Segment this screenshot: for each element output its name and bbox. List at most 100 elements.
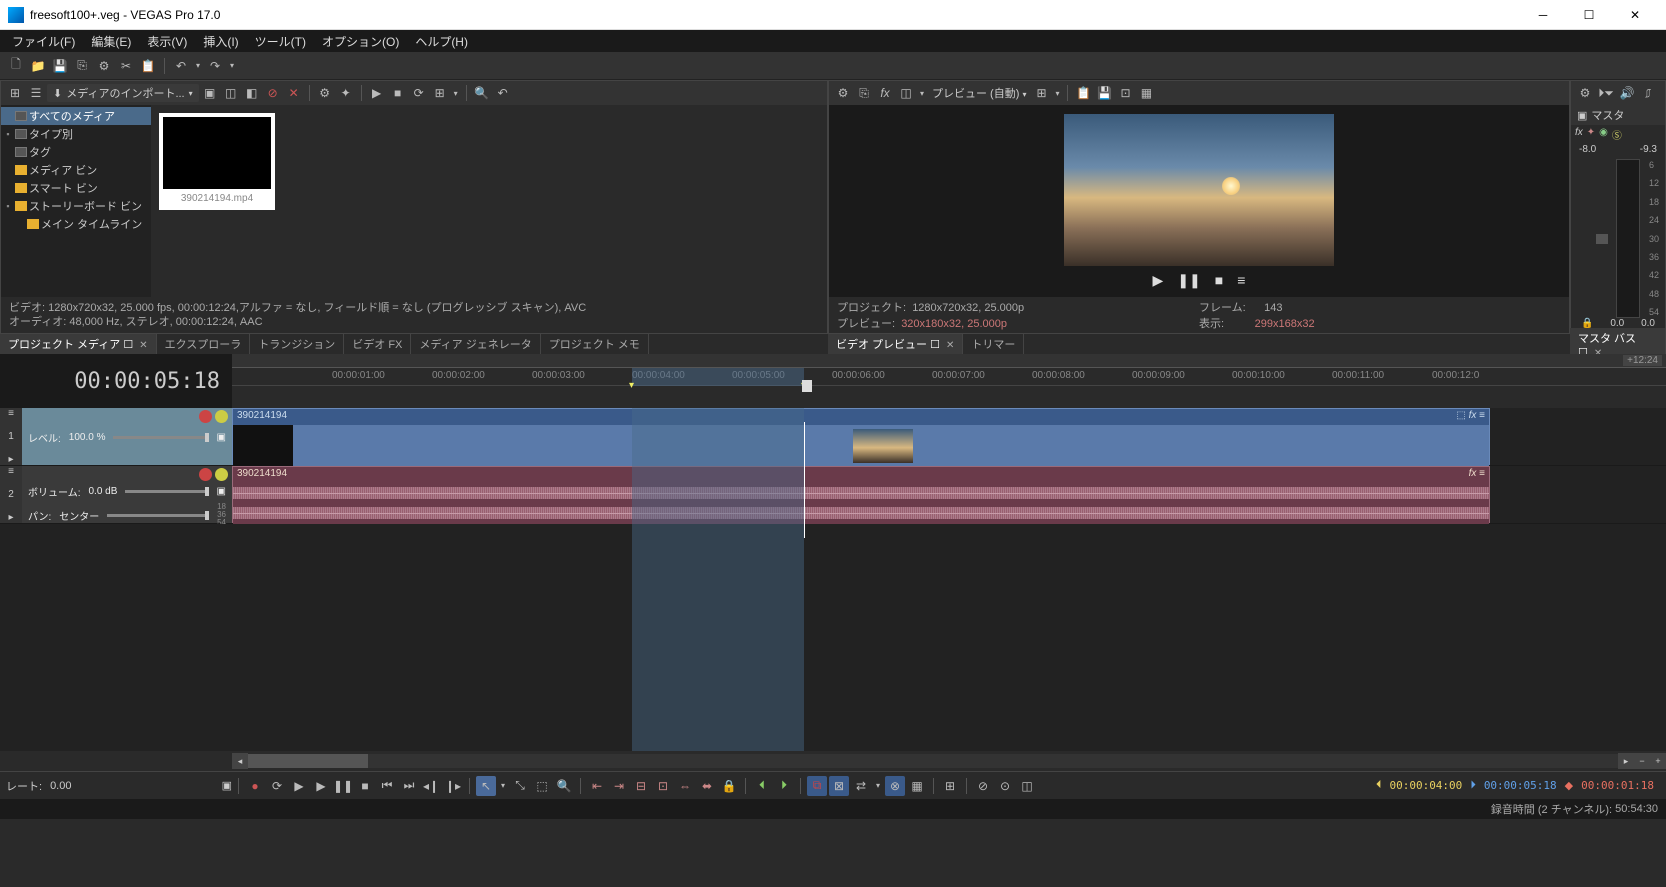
- play-media-icon[interactable]: ▶: [367, 83, 387, 103]
- split-icon[interactable]: ⊟: [631, 776, 651, 796]
- marker-in-icon[interactable]: ⏴: [752, 776, 772, 796]
- master-mute-icon[interactable]: ⏵⏷: [1596, 83, 1616, 103]
- preview-play-icon[interactable]: ▶: [1153, 272, 1164, 289]
- redo-icon[interactable]: ↷: [205, 56, 225, 76]
- delete-icon[interactable]: ✕: [284, 83, 304, 103]
- menu-tools[interactable]: ツール(T): [247, 31, 314, 52]
- minimize-button[interactable]: ─: [1520, 0, 1566, 30]
- menu-view[interactable]: 表示(V): [139, 31, 195, 52]
- media-fx-icon[interactable]: ◧: [242, 83, 262, 103]
- search-icon[interactable]: 🔍: [472, 83, 492, 103]
- preview-menu-icon[interactable]: ≡: [1237, 272, 1245, 289]
- preview-save-icon[interactable]: 💾: [1094, 83, 1114, 103]
- preview-grid-icon[interactable]: ⊞: [1031, 83, 1051, 103]
- remove-icon[interactable]: ⊘: [263, 83, 283, 103]
- audio-track-header[interactable]: ≡ 2 ▸ ボリューム: 0.0 dB ▣: [0, 466, 232, 524]
- undo-dropdown-icon[interactable]: ▾: [193, 56, 203, 76]
- master-solo-icon[interactable]: 🔊: [1617, 83, 1637, 103]
- crossfade-icon[interactable]: ⊘: [973, 776, 993, 796]
- undo-icon[interactable]: ↶: [171, 56, 191, 76]
- next-frame-icon[interactable]: ❙▸: [443, 776, 463, 796]
- cut-icon[interactable]: ✂: [116, 56, 136, 76]
- loop-region[interactable]: [632, 368, 804, 386]
- tab-video-fx[interactable]: ビデオ FX: [344, 334, 411, 354]
- master-fx-icon[interactable]: fx: [1575, 127, 1583, 142]
- preview-fx-icon[interactable]: fx: [875, 83, 895, 103]
- track-record-icon[interactable]: [199, 410, 212, 423]
- cursor-follow-icon[interactable]: ▦: [907, 776, 927, 796]
- maximize-button[interactable]: ☐: [1566, 0, 1612, 30]
- media-settings-icon[interactable]: ✦: [336, 83, 356, 103]
- play-start-icon[interactable]: ▶: [289, 776, 309, 796]
- preview-pause-icon[interactable]: ❚❚: [1177, 272, 1200, 289]
- paste-icon[interactable]: 📋: [138, 56, 158, 76]
- level-slider[interactable]: [113, 436, 208, 439]
- capture-icon[interactable]: ▣: [200, 83, 220, 103]
- media-props-icon[interactable]: ⚙: [315, 83, 335, 103]
- tree-by-type[interactable]: ▪タイプ別: [1, 125, 151, 143]
- tab-project-media[interactable]: プロジェクト メディア ☐✕: [0, 334, 157, 354]
- track-min-icon[interactable]: ▸: [8, 512, 13, 523]
- stop-media-icon[interactable]: ■: [388, 83, 408, 103]
- media-list-icon[interactable]: ☰: [26, 83, 46, 103]
- zoom-in-icon[interactable]: +: [1650, 753, 1666, 769]
- timeline-empty-area[interactable]: [0, 524, 1666, 751]
- master-mixer-icon[interactable]: ⎎: [1638, 83, 1658, 103]
- playhead[interactable]: [804, 422, 805, 538]
- tree-storyboard[interactable]: ▪ストーリーボード ビン: [1, 197, 151, 215]
- loop-icon[interactable]: ⟳: [267, 776, 287, 796]
- video-clip[interactable]: 390214194 ⬚ fx ≡: [232, 408, 1490, 465]
- media-thumbnails[interactable]: 390214194.mp4: [151, 105, 827, 297]
- scroll-thumb[interactable]: [248, 754, 368, 768]
- audio-clip[interactable]: 390214194 fx ≡: [232, 466, 1490, 523]
- close-button[interactable]: ✕: [1612, 0, 1658, 30]
- normal-edit-icon[interactable]: ↖: [476, 776, 496, 796]
- media-tree[interactable]: すべてのメディア ▪タイプ別 タグ メディア ビン スマート ビン ▪ストーリー…: [1, 105, 151, 297]
- fader-link-icon[interactable]: [1596, 234, 1608, 244]
- render-icon[interactable]: ⎘: [72, 56, 92, 76]
- envelope-icon[interactable]: ⤡: [510, 776, 530, 796]
- track-min-icon[interactable]: ▸: [8, 454, 13, 465]
- tree-tags[interactable]: タグ: [1, 143, 151, 161]
- scroll-left-icon[interactable]: ◂: [232, 753, 248, 769]
- quantize-icon[interactable]: ⊠: [829, 776, 849, 796]
- master-auto-icon[interactable]: ✦: [1587, 127, 1595, 142]
- preview-external-icon[interactable]: ⎘: [854, 83, 874, 103]
- rate-reset-icon[interactable]: ▣: [222, 779, 232, 792]
- tc-out[interactable]: 00:00:05:18: [1478, 779, 1563, 792]
- zoom-icon[interactable]: 🔍: [554, 776, 574, 796]
- import-media-button[interactable]: ⬇ メディアのインポート... ▾: [47, 84, 199, 102]
- zoom-out-icon[interactable]: −: [1634, 753, 1650, 769]
- preview-quality[interactable]: プレビュー (自動) ▾: [928, 85, 1030, 101]
- tab-explorer[interactable]: エクスプローラ: [157, 334, 251, 354]
- get-media-icon[interactable]: ◫: [221, 83, 241, 103]
- media-tree-icon[interactable]: ⊞: [5, 83, 25, 103]
- snap-icon[interactable]: ⧉: [807, 776, 827, 796]
- open-icon[interactable]: 📁: [28, 56, 48, 76]
- preview-props-icon[interactable]: ⚙: [833, 83, 853, 103]
- tc-in[interactable]: 00:00:04:00: [1383, 779, 1468, 792]
- select-icon[interactable]: ⬚: [532, 776, 552, 796]
- track-menu-icon[interactable]: ≡: [8, 408, 14, 419]
- tree-media-bin[interactable]: メディア ビン: [1, 161, 151, 179]
- menu-file[interactable]: ファイル(F): [4, 31, 83, 52]
- trim-end-icon[interactable]: ⇥: [609, 776, 629, 796]
- preview-viewport[interactable]: [1064, 114, 1334, 266]
- trim-start-icon[interactable]: ⇤: [587, 776, 607, 796]
- tree-smart-bin[interactable]: スマート ビン: [1, 179, 151, 197]
- tree-all-media[interactable]: すべてのメディア: [1, 107, 151, 125]
- marker-out-icon[interactable]: ⏵: [774, 776, 794, 796]
- tree-main-timeline[interactable]: メイン タイムライン: [1, 215, 151, 233]
- trim-icon[interactable]: ⊡: [653, 776, 673, 796]
- tab-media-generators[interactable]: メディア ジェネレータ: [411, 334, 540, 354]
- auto-ripple-icon[interactable]: ⇄: [851, 776, 871, 796]
- track-solo-icon[interactable]: [215, 468, 228, 481]
- new-icon[interactable]: 🗋: [6, 56, 26, 76]
- track-motion-icon[interactable]: ▣: [217, 432, 226, 443]
- tc-length[interactable]: 00:00:01:18: [1575, 779, 1660, 792]
- preview-stop-icon[interactable]: ■: [1215, 272, 1223, 289]
- redo-dropdown-icon[interactable]: ▾: [227, 56, 237, 76]
- view-dropdown-icon[interactable]: ▾: [451, 83, 461, 103]
- search-back-icon[interactable]: ↶: [493, 83, 513, 103]
- play-icon[interactable]: ▶: [311, 776, 331, 796]
